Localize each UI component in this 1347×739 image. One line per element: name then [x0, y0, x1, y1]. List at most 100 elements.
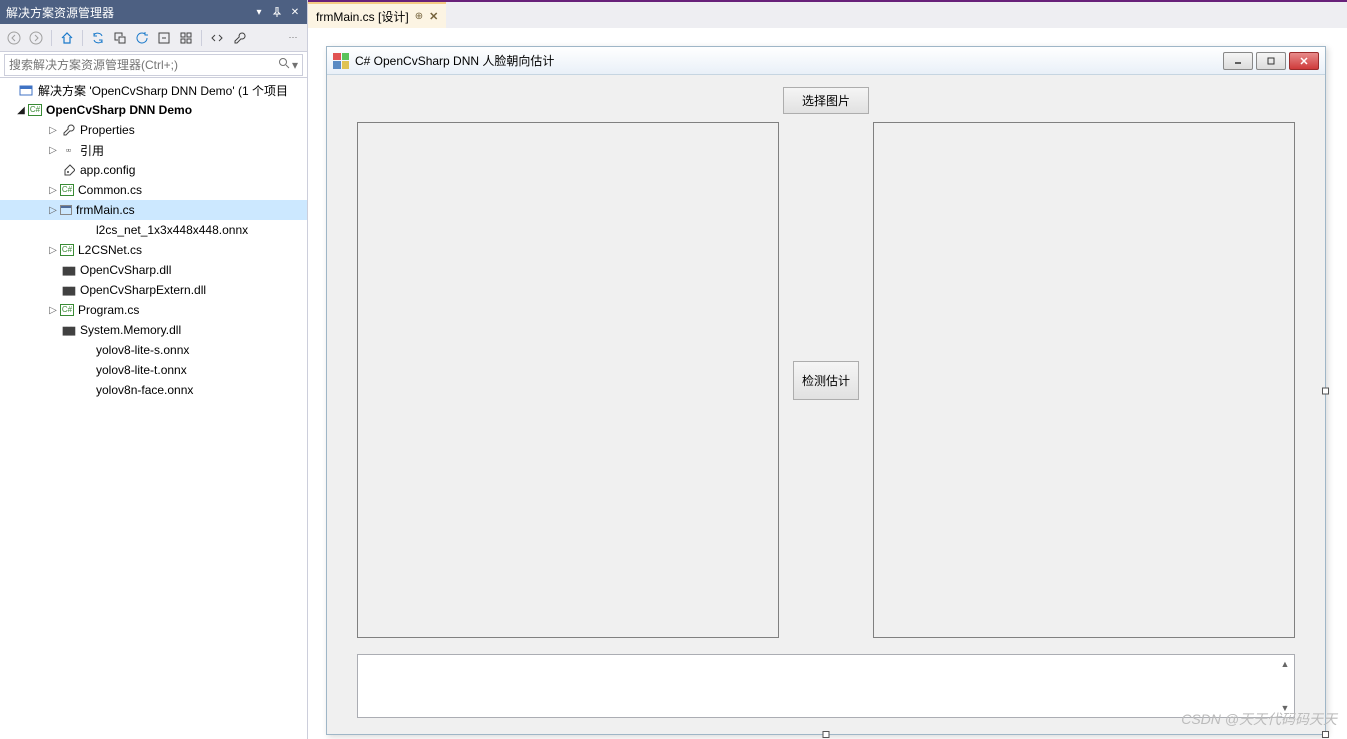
tree-item[interactable]: ▷ Properties — [0, 120, 307, 140]
tab-close-icon[interactable]: ✕ — [429, 10, 438, 23]
tree-item[interactable]: l2cs_net_1x3x448x448.onnx — [0, 220, 307, 240]
forward-icon[interactable] — [26, 28, 46, 48]
cs-icon: C# — [60, 304, 74, 316]
solution-icon — [18, 82, 34, 98]
expander-icon — [46, 283, 60, 297]
panel-close-icon[interactable]: ✕ — [289, 6, 301, 18]
form-app-icon — [333, 53, 349, 69]
file-icon — [76, 342, 92, 358]
search-row: ▾ — [0, 52, 307, 78]
tree-item-label: l2cs_net_1x3x448x448.onnx — [96, 223, 248, 237]
scroll-up-icon[interactable]: ▲ — [1278, 657, 1292, 671]
tree-item-label: Properties — [80, 123, 135, 137]
dll-icon: ▮▮▮ — [60, 262, 76, 278]
tree-item-label: yolov8-lite-s.onnx — [96, 343, 189, 357]
search-box[interactable]: ▾ — [4, 54, 303, 76]
tree-item-label: System.Memory.dll — [80, 323, 181, 337]
panel-dropdown-icon[interactable]: ▾ — [253, 6, 265, 18]
tree-item-label: yolov8n-face.onnx — [96, 383, 193, 397]
solution-toolbar: ⋯ — [0, 24, 307, 52]
tree-item[interactable]: ▮▮▮OpenCvSharpExtern.dll — [0, 280, 307, 300]
expander-icon[interactable]: ◢ — [14, 103, 28, 117]
tree-item-label: app.config — [80, 163, 135, 177]
toolbar-overflow-icon[interactable]: ⋯ — [283, 28, 303, 48]
picture-box-left[interactable] — [357, 122, 779, 638]
expander-icon[interactable]: ▷ — [46, 143, 60, 157]
resize-grip-right[interactable] — [1322, 387, 1329, 394]
ref-icon: ▫▫ — [60, 142, 76, 158]
detect-button[interactable]: 检测估计 — [793, 361, 859, 400]
cs-icon: C# — [60, 244, 74, 256]
result-textbox[interactable]: ▲ ▼ — [357, 654, 1295, 718]
tree-item[interactable]: ▷C# Common.cs — [0, 180, 307, 200]
expander-icon[interactable]: ▷ — [46, 183, 60, 197]
tab-frmmain-design[interactable]: frmMain.cs [设计] ⊕ ✕ — [308, 2, 446, 28]
form-titlebar: C# OpenCvSharp DNN 人脸朝向估计 — [327, 47, 1325, 75]
tree-item[interactable]: yolov8n-face.onnx — [0, 380, 307, 400]
resize-grip-corner[interactable] — [1322, 731, 1329, 738]
search-dropdown-icon[interactable]: ▾ — [292, 58, 298, 72]
tree-item[interactable]: ▮▮▮ OpenCvSharp.dll — [0, 260, 307, 280]
tree-item[interactable]: ▷C# Program.cs — [0, 300, 307, 320]
wrench-icon — [60, 122, 76, 138]
expander-icon — [62, 223, 76, 237]
expander-icon — [62, 383, 76, 397]
dll-icon: ▮▮▮ — [60, 282, 76, 298]
config-icon — [60, 162, 76, 178]
sync-icon[interactable] — [88, 28, 108, 48]
winform-window[interactable]: C# OpenCvSharp DNN 人脸朝向估计 选择图片 — [326, 46, 1326, 735]
tree-item[interactable]: ▷▫▫引用 — [0, 140, 307, 160]
back-icon[interactable] — [4, 28, 24, 48]
panel-title: 解决方案资源管理器 — [6, 4, 114, 21]
project-node[interactable]: ◢ C# OpenCvSharp DNN Demo — [0, 100, 307, 120]
select-image-button[interactable]: 选择图片 — [783, 87, 869, 114]
expander-icon[interactable] — [4, 83, 18, 97]
tree-item-label: yolov8-lite-t.onnx — [96, 363, 187, 377]
collapse-all-icon[interactable] — [154, 28, 174, 48]
minimize-button[interactable] — [1223, 52, 1253, 70]
search-icon[interactable] — [278, 57, 290, 72]
picture-box-right[interactable] — [873, 122, 1295, 638]
refresh-icon[interactable] — [132, 28, 152, 48]
home-icon[interactable] — [57, 28, 77, 48]
tree-item[interactable]: yolov8-lite-s.onnx — [0, 340, 307, 360]
cs-icon: C# — [60, 184, 74, 196]
scroll-down-icon[interactable]: ▼ — [1278, 701, 1292, 715]
properties-icon[interactable] — [229, 28, 249, 48]
panel-pin-icon[interactable] — [271, 6, 283, 18]
tree-item-label: Program.cs — [78, 303, 139, 317]
tab-pin-icon[interactable]: ⊕ — [415, 11, 423, 22]
view-code-icon[interactable] — [207, 28, 227, 48]
tree-item[interactable]: ▮▮▮ System.Memory.dll — [0, 320, 307, 340]
solution-label: 解决方案 'OpenCvSharp DNN Demo' (1 个项目 — [38, 82, 288, 99]
tree-item-label: OpenCvSharp.dll — [80, 263, 171, 277]
expander-icon[interactable]: ▷ — [46, 243, 60, 257]
designer-surface[interactable]: C# OpenCvSharp DNN 人脸朝向估计 选择图片 — [308, 28, 1347, 739]
solution-tree[interactable]: 解决方案 'OpenCvSharp DNN Demo' (1 个项目 ◢ C# … — [0, 78, 307, 739]
dll-icon: ▮▮▮ — [60, 322, 76, 338]
resize-grip-bottom[interactable] — [823, 731, 830, 738]
maximize-button[interactable] — [1256, 52, 1286, 70]
expander-icon — [62, 343, 76, 357]
panel-titlebar: 解决方案资源管理器 ▾ ✕ — [0, 0, 307, 24]
tree-item[interactable]: app.config — [0, 160, 307, 180]
expander-icon[interactable]: ▷ — [46, 123, 60, 137]
project-label: OpenCvSharp DNN Demo — [46, 103, 192, 117]
tree-item[interactable]: yolov8-lite-t.onnx — [0, 360, 307, 380]
form-body: 选择图片 检测估计 ▲ ▼ — [327, 75, 1325, 734]
expander-icon[interactable]: ▷ — [46, 203, 60, 217]
show-all-icon[interactable] — [176, 28, 196, 48]
tree-item[interactable]: ▷frmMain.cs — [0, 200, 307, 220]
expander-icon[interactable]: ▷ — [46, 303, 60, 317]
tab-label: frmMain.cs [设计] — [316, 8, 409, 25]
tree-item-label: Common.cs — [78, 183, 142, 197]
tree-item-label: L2CSNet.cs — [78, 243, 142, 257]
document-tab-bar: frmMain.cs [设计] ⊕ ✕ — [308, 0, 1347, 28]
tree-item[interactable]: ▷C# L2CSNet.cs — [0, 240, 307, 260]
main-area: frmMain.cs [设计] ⊕ ✕ C# OpenCvSharp DNN 人… — [308, 0, 1347, 739]
close-button[interactable] — [1289, 52, 1319, 70]
solution-node[interactable]: 解决方案 'OpenCvSharp DNN Demo' (1 个项目 — [0, 80, 307, 100]
scope-to-icon[interactable] — [110, 28, 130, 48]
expander-icon — [46, 163, 60, 177]
search-input[interactable] — [9, 58, 278, 72]
